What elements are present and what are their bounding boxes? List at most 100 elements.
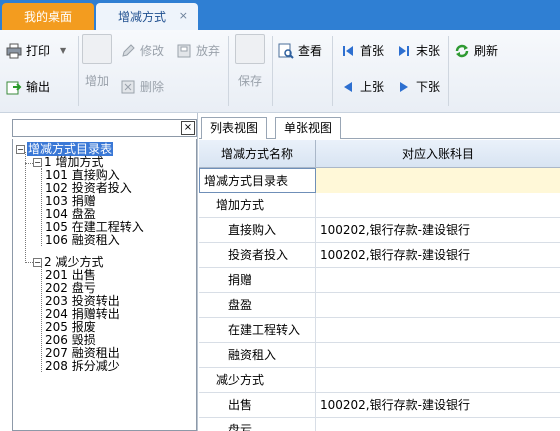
prev-label: 上张 <box>360 80 385 94</box>
column-header-account[interactable]: 对应入账科目 <box>316 140 560 168</box>
tab-active-label: 增减方式 <box>118 10 167 24</box>
collapse-icon[interactable]: − <box>33 158 42 167</box>
table-row[interactable]: 增减方式目录表 <box>199 168 560 193</box>
cell-name: 直接购入 <box>199 218 316 243</box>
last-label: 末张 <box>416 44 441 58</box>
view-label: 查看 <box>298 44 323 58</box>
cell-name: 出售 <box>199 393 316 418</box>
refresh-label: 刷新 <box>474 44 499 58</box>
table-row[interactable]: 投资者投入 100202,银行存款-建设银行 <box>199 243 560 268</box>
tab-card-view-label: 单张视图 <box>284 121 333 135</box>
table-row[interactable]: 盘亏 <box>199 418 560 431</box>
cell-name: 投资者投入 <box>199 243 316 268</box>
tree-panel: × − 增减方式目录表 −1 增加方式 101 直接购入 102 投资者投入 10… <box>0 113 198 431</box>
table-row[interactable]: 捐赠 <box>199 268 560 293</box>
chevron-down-icon[interactable]: ▼ <box>60 46 66 55</box>
close-icon[interactable]: × <box>179 9 188 22</box>
next-record-button[interactable]: 下张 <box>396 78 440 95</box>
next-label: 下张 <box>416 80 441 94</box>
cell-account[interactable] <box>316 193 560 218</box>
divider <box>448 36 449 106</box>
tab-list-view[interactable]: 列表视图 <box>201 117 268 139</box>
collapse-icon[interactable]: − <box>33 258 42 267</box>
tree-item[interactable]: 106 融资租入 <box>45 231 120 248</box>
add-button[interactable]: 增加 <box>82 34 112 89</box>
export-button[interactable]: 输出 <box>6 78 50 95</box>
divider <box>228 36 229 106</box>
add-label: 增加 <box>84 74 109 88</box>
discard-icon <box>177 44 191 57</box>
table-row[interactable]: 增加方式 <box>199 193 560 218</box>
divider <box>272 36 273 106</box>
tab-home[interactable]: 我的桌面 <box>2 3 94 30</box>
tree-connector <box>25 152 26 263</box>
column-header-name[interactable]: 增减方式名称 <box>199 140 316 168</box>
delete-label: 删除 <box>140 80 165 94</box>
export-icon <box>6 81 22 94</box>
first-record-button[interactable]: 首张 <box>340 42 384 59</box>
edit-button[interactable]: 修改 <box>120 42 164 59</box>
first-icon <box>343 45 353 56</box>
cell-account[interactable] <box>316 168 560 193</box>
cell-name: 捐赠 <box>199 268 316 293</box>
cell-account[interactable]: 100202,银行存款-建设银行 <box>316 218 560 243</box>
table-row[interactable]: 出售 100202,银行存款-建设银行 <box>199 393 560 418</box>
tab-card-view[interactable]: 单张视图 <box>275 117 342 139</box>
divider <box>332 36 333 106</box>
cell-account[interactable] <box>316 318 560 343</box>
tree-item-label: 106 融资租入 <box>45 233 120 247</box>
cell-account[interactable] <box>316 418 560 431</box>
pencil-icon <box>122 43 135 57</box>
print-label: 打印 <box>26 44 51 58</box>
tab-depreciation-methods[interactable]: 增减方式 × <box>96 3 198 30</box>
print-button[interactable]: 打印 ▼ <box>6 42 66 59</box>
add-icon <box>82 34 112 64</box>
cell-name: 在建工程转入 <box>199 318 316 343</box>
first-label: 首张 <box>360 44 385 58</box>
table-row[interactable]: 在建工程转入 <box>199 318 560 343</box>
collapse-icon[interactable]: − <box>16 145 25 154</box>
toolbar: 打印 ▼ 输出 增加 修改 放弃 删除 保存 查看 首张 上张 末张 下张 刷新 <box>0 30 560 113</box>
cell-account[interactable] <box>316 343 560 368</box>
tab-bar: 我的桌面 增减方式 × <box>0 0 560 30</box>
refresh-icon <box>455 44 469 57</box>
cell-account[interactable]: 100202,银行存款-建设银行 <box>316 243 560 268</box>
tree-connector <box>41 267 42 372</box>
previous-record-button[interactable]: 上张 <box>340 78 384 95</box>
tree-search-input[interactable]: × <box>12 119 197 137</box>
save-button[interactable]: 保存 <box>235 34 265 89</box>
refresh-button[interactable]: 刷新 <box>454 42 498 59</box>
next-icon <box>400 81 408 92</box>
last-icon <box>399 45 409 56</box>
tree-connector <box>41 168 42 246</box>
delete-icon <box>121 80 135 93</box>
cell-name: 增减方式目录表 <box>199 168 316 193</box>
cell-name: 减少方式 <box>199 368 316 393</box>
view-tabs: 列表视图 单张视图 <box>199 113 560 139</box>
last-record-button[interactable]: 末张 <box>396 42 440 59</box>
abandon-button[interactable]: 放弃 <box>176 42 220 59</box>
cell-account[interactable]: 100202,银行存款-建设银行 <box>316 393 560 418</box>
clear-search-icon[interactable]: × <box>181 121 195 135</box>
table-row[interactable]: 直接购入 100202,银行存款-建设银行 <box>199 218 560 243</box>
tab-home-label: 我的桌面 <box>23 10 72 24</box>
cell-account[interactable] <box>316 268 560 293</box>
table-row[interactable]: 减少方式 <box>199 368 560 393</box>
delete-button[interactable]: 删除 <box>120 78 164 95</box>
cell-account[interactable] <box>316 293 560 318</box>
export-label: 输出 <box>26 80 51 94</box>
cell-name: 增加方式 <box>199 193 316 218</box>
printer-icon <box>6 43 22 58</box>
divider <box>78 36 79 106</box>
tree-item[interactable]: 208 拆分减少 <box>45 357 120 374</box>
category-tree: − 增减方式目录表 −1 增加方式 101 直接购入 102 投资者投入 103 … <box>12 139 197 431</box>
tab-list-view-label: 列表视图 <box>210 121 259 135</box>
table-row[interactable]: 盘盈 <box>199 293 560 318</box>
edit-label: 修改 <box>140 44 165 58</box>
cell-name: 盘亏 <box>199 418 316 431</box>
cell-account[interactable] <box>316 368 560 393</box>
table-row[interactable]: 融资租入 <box>199 343 560 368</box>
methods-table: 增减方式名称 对应入账科目 增减方式目录表 增加方式 直接购入 100202,银… <box>199 140 560 431</box>
view-button[interactable]: 查看 <box>278 42 322 59</box>
save-label: 保存 <box>237 74 262 88</box>
